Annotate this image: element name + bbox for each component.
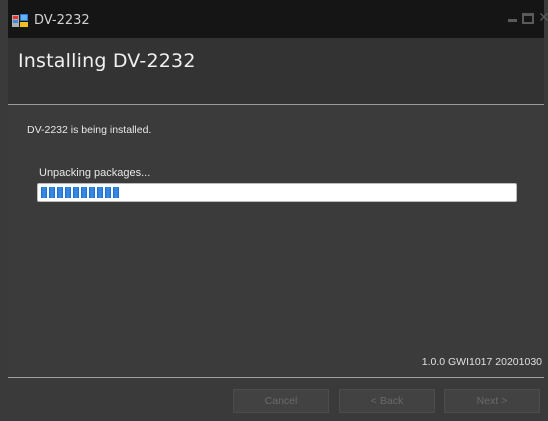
current-step-text: Unpacking packages... (39, 167, 151, 179)
install-progress-bar (37, 183, 517, 202)
maximize-icon (522, 13, 534, 24)
version-label: 1.0.0 GWI1017 20201030 (421, 356, 542, 368)
footer-bar: Cancel < Back Next > (8, 378, 544, 421)
maximize-button[interactable] (520, 9, 536, 27)
back-button[interactable]: < Back (339, 389, 435, 413)
minimize-button[interactable] (504, 9, 520, 27)
main-content: DV-2232 is being installed. Unpacking pa… (8, 105, 544, 377)
header-band: Installing DV-2232 (8, 38, 544, 105)
next-button[interactable]: Next > (444, 389, 540, 413)
install-status-text: DV-2232 is being installed. (27, 124, 152, 136)
progress-fill (41, 187, 121, 198)
minimize-icon (507, 19, 517, 22)
title-bar[interactable]: DV-2232 ✕ (8, 0, 548, 38)
installer-app-icon (12, 13, 28, 27)
close-icon: ✕ (538, 10, 548, 26)
cancel-button[interactable]: Cancel (233, 389, 329, 413)
installer-window: DV-2232 ✕ Installing DV-2232 DV-2232 is … (0, 0, 548, 421)
window-title: DV-2232 (34, 13, 90, 28)
close-button[interactable]: ✕ (536, 9, 548, 27)
page-title: Installing DV-2232 (18, 50, 196, 72)
